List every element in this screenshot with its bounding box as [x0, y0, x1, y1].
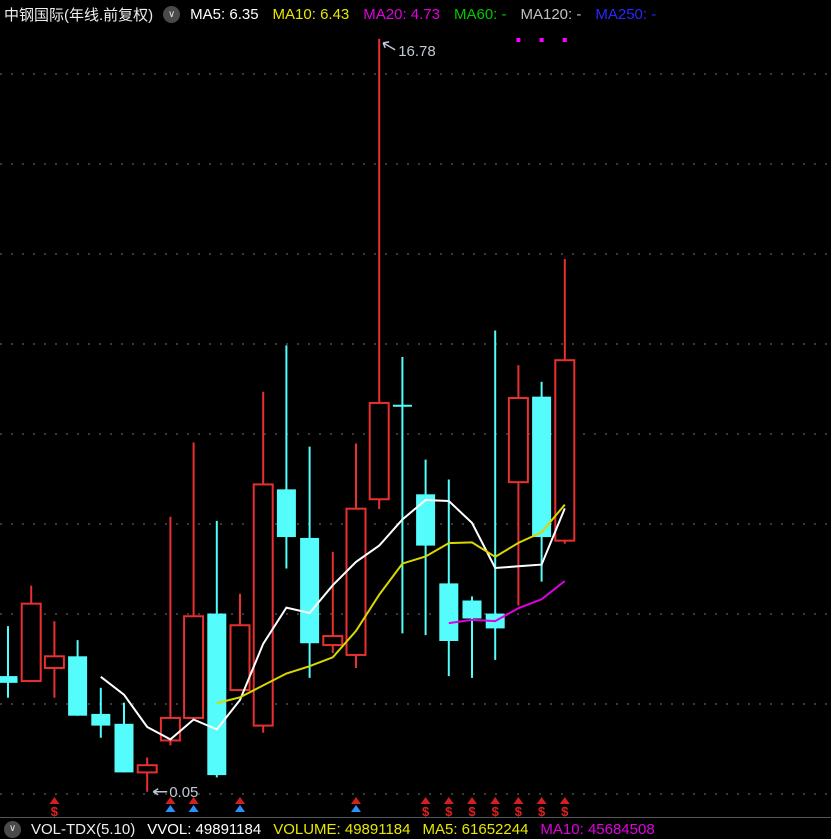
candlestick-chart[interactable]: $ $ $ $ $ $ $ $16.78 0.05 [0, 0, 831, 839]
candlestick[interactable] [416, 459, 436, 636]
candlestick[interactable] [159, 516, 181, 746]
candlestick[interactable] [507, 365, 529, 606]
candlestick[interactable] [183, 442, 205, 719]
event-triangle-marker[interactable] [351, 797, 361, 812]
volume-value: VOLUME: 49891184 [273, 820, 411, 838]
candlestick[interactable] [207, 520, 227, 778]
dividend-dollar-marker[interactable]: $ [559, 797, 570, 819]
candlestick[interactable] [345, 443, 367, 668]
dividend-dollar-marker[interactable]: $ [536, 797, 547, 819]
candlestick[interactable] [485, 330, 505, 660]
candlestick[interactable] [20, 585, 42, 683]
dividend-dollar-marker[interactable]: $ [420, 797, 431, 819]
ma10-label: MA10: 6.43 [272, 6, 350, 23]
volume-ma5-value: MA5: 61652244 [422, 820, 529, 838]
ma20-label: MA20: 4.73 [363, 6, 440, 23]
dividend-dollar-marker[interactable]: $ [490, 797, 501, 819]
candlestick[interactable] [91, 687, 111, 738]
low-price-label: 0.05 [169, 784, 198, 801]
volume-indicator-label: VOL-TDX(5.10) [31, 820, 136, 838]
candlestick[interactable] [276, 345, 296, 569]
indicator-header-bar: 中钢国际(年线.前复权) ∨ MA5: 6.35 MA10: 6.43 MA20… [0, 0, 831, 29]
ma5-label: MA5: 6.35 [190, 6, 259, 23]
dividend-dollar-marker[interactable]: $ [49, 797, 60, 819]
high-price-label: 16.78 [398, 43, 436, 60]
ma60-label: MA60: - [453, 6, 507, 23]
stock-chart-window: $ $ $ $ $ $ $ $16.78 0.05 中钢国际(年线.前复权) ∨ MA5: 6.… [0, 0, 831, 839]
dividend-dollar-marker[interactable]: $ [467, 797, 477, 819]
candlestick[interactable] [532, 381, 552, 582]
dividend-dollar-marker[interactable]: $ [443, 797, 454, 819]
candlestick[interactable] [462, 596, 482, 678]
candlestick[interactable] [554, 258, 576, 544]
candlestick[interactable] [300, 446, 320, 678]
event-triangle-marker[interactable] [235, 797, 245, 812]
ma250-label: MA250: - [595, 6, 657, 23]
chevron-down-icon[interactable]: ∨ [163, 6, 181, 23]
candlestick[interactable] [43, 621, 65, 698]
candlestick[interactable] [392, 357, 412, 634]
volume-ma10-value: MA10: 45684508 [540, 820, 655, 838]
candles-group[interactable] [0, 38, 576, 792]
ma120-label: MA120: - [520, 6, 582, 23]
candlestick[interactable] [229, 593, 251, 692]
candlestick[interactable] [368, 38, 390, 510]
candlestick[interactable] [114, 702, 134, 773]
dividend-dollar-marker[interactable]: $ [513, 797, 524, 819]
candlestick[interactable] [68, 640, 88, 716]
candlestick[interactable] [136, 757, 158, 792]
stock-title: 中钢国际(年线.前复权) [4, 7, 154, 24]
candlestick[interactable] [439, 479, 459, 677]
event-markers[interactable]: $ $ $ $ $ $ $ $ [49, 797, 570, 819]
candlestick[interactable] [322, 551, 344, 654]
chevron-down-icon[interactable]: ∨ [4, 820, 21, 838]
volume-indicator-bar: ∨ VOL-TDX(5.10) VVOL: 49891184 VOLUME: 4… [0, 817, 831, 839]
price-gridlines [0, 73, 831, 795]
candlestick[interactable] [0, 626, 18, 698]
top-dots [516, 38, 567, 42]
vvol-value: VVOL: 49891184 [147, 820, 262, 838]
